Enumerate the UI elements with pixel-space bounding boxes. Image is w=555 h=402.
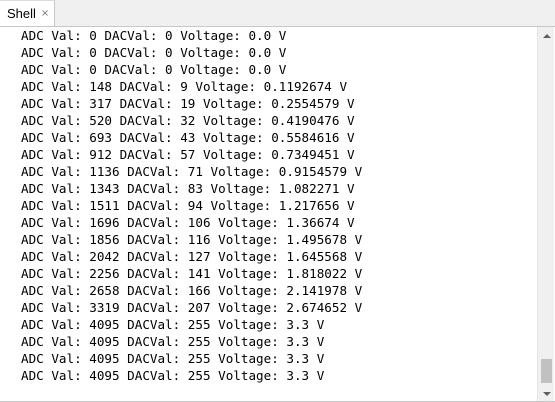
output-line: ADC Val: 1511 DACVal: 94 Voltage: 1.2176… xyxy=(21,198,355,213)
output-line: ADC Val: 0 DACVal: 0 Voltage: 0.0 V xyxy=(21,62,287,77)
tab-label: Shell xyxy=(7,6,36,21)
output-line: ADC Val: 4095 DACVal: 255 Voltage: 3.3 V xyxy=(21,351,325,366)
scroll-down-button[interactable] xyxy=(538,385,555,402)
scroll-up-button[interactable] xyxy=(538,27,555,44)
tab-bar: Shell × xyxy=(0,0,555,27)
output-line: ADC Val: 693 DACVal: 43 Voltage: 0.55846… xyxy=(21,130,355,145)
shell-output[interactable]: ADC Val: 0 DACVal: 0 Voltage: 0.0 V ADC V… xyxy=(21,27,531,402)
shell-panel: ADC Val: 0 DACVal: 0 Voltage: 0.0 V ADC V… xyxy=(0,26,555,402)
shell-window: Shell × ADC Val: 0 DACVal: 0 Voltage: 0.… xyxy=(0,0,555,402)
output-line: ADC Val: 1343 DACVal: 83 Voltage: 1.0822… xyxy=(21,181,355,196)
scroll-thumb[interactable] xyxy=(541,359,552,383)
output-line: ADC Val: 2658 DACVal: 166 Voltage: 2.141… xyxy=(21,283,363,298)
output-line: ADC Val: 4095 DACVal: 255 Voltage: 3.3 V xyxy=(21,317,325,332)
output-line: ADC Val: 1696 DACVal: 106 Voltage: 1.366… xyxy=(21,215,355,230)
output-line: ADC Val: 0 DACVal: 0 Voltage: 0.0 V xyxy=(21,28,287,43)
output-line: ADC Val: 148 DACVal: 9 Voltage: 0.119267… xyxy=(21,79,348,94)
output-line: ADC Val: 2256 DACVal: 141 Voltage: 1.818… xyxy=(21,266,363,281)
output-line: ADC Val: 0 DACVal: 0 Voltage: 0.0 V xyxy=(21,45,287,60)
output-line: ADC Val: 2042 DACVal: 127 Voltage: 1.645… xyxy=(21,249,363,264)
output-line: ADC Val: 4095 DACVal: 255 Voltage: 3.3 V xyxy=(21,334,325,349)
output-line: ADC Val: 317 DACVal: 19 Voltage: 0.25545… xyxy=(21,96,355,111)
output-line: ADC Val: 912 DACVal: 57 Voltage: 0.73494… xyxy=(21,147,355,162)
output-line: ADC Val: 3319 DACVal: 207 Voltage: 2.674… xyxy=(21,300,363,315)
output-line: ADC Val: 520 DACVal: 32 Voltage: 0.41904… xyxy=(21,113,355,128)
output-line: ADC Val: 1856 DACVal: 116 Voltage: 1.495… xyxy=(21,232,363,247)
output-line: ADC Val: 4095 DACVal: 255 Voltage: 3.3 V xyxy=(21,368,325,383)
arrow-up-icon xyxy=(542,33,551,38)
arrow-down-icon xyxy=(542,391,551,396)
close-icon[interactable]: × xyxy=(41,8,49,19)
vertical-scrollbar[interactable] xyxy=(537,27,554,402)
tab-shell[interactable]: Shell × xyxy=(0,0,55,26)
output-line: ADC Val: 1136 DACVal: 71 Voltage: 0.9154… xyxy=(21,164,363,179)
